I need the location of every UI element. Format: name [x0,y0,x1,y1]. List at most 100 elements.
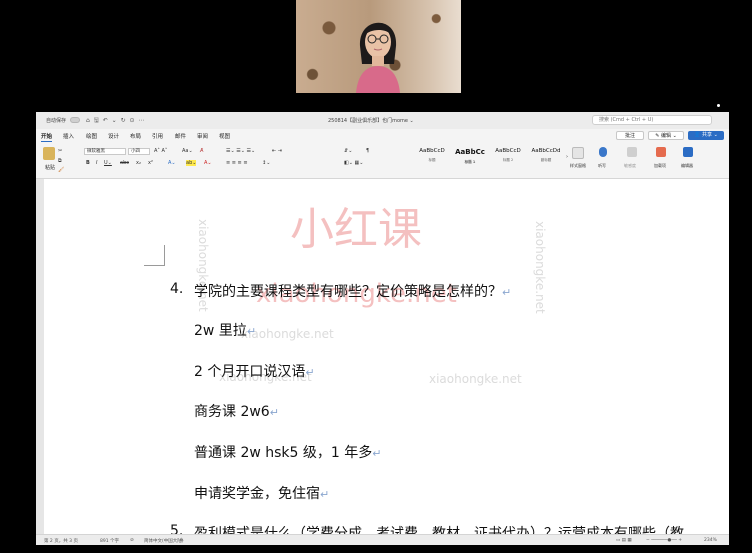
font-size-select[interactable]: 小四 [128,148,150,155]
subscript-icon[interactable]: x₂ [136,160,141,166]
bullets-icon[interactable]: ☰⌄ ☰⌄ ☰⌄ [226,148,255,154]
edit-button-label: 编辑 [660,133,671,139]
word-count[interactable]: 891 个字 [100,538,119,544]
answer-text: 2w 里拉 [194,323,247,339]
proofing-icon[interactable]: ⊘ [130,538,134,543]
zoom-level[interactable]: 234% [704,538,717,543]
paragraph-mark: ↵ [269,406,279,419]
bold-icon[interactable]: B [86,160,90,166]
comment-button-label: 批注 [624,133,635,139]
text-effects-icon[interactable]: A⌄ [168,160,176,166]
style-caption: 标题 [428,158,436,162]
font-name-select[interactable]: 微软雅黑 [84,148,126,155]
tab-home[interactable]: 开始 [41,132,53,142]
cut-icon[interactable]: ✂ [58,148,62,154]
document-canvas[interactable]: 小红课 xiaohongke.net xiaohongke.net xiaoho… [36,179,729,542]
shading-icon[interactable]: ◧⌄ ▦⌄ [344,160,363,166]
strikethrough-icon[interactable]: abc [120,160,129,166]
answer-text: 2 个月开口说汉语 [194,364,306,380]
tab-draw[interactable]: 绘图 [86,132,97,140]
paragraph-mark: ↵ [305,366,315,379]
sort-icon[interactable]: ⇵⌄ [344,148,352,154]
show-marks-icon[interactable]: ¶ [366,148,369,154]
watermark-domain: xiaohongke.net [429,372,522,386]
copy-icon[interactable]: ⧉ [58,158,62,164]
line-spacing-icon[interactable]: ↕⌄ [262,160,270,166]
page-count[interactable]: 第 2 页，共 3 页 [44,538,78,544]
style-caption: 标题 1 [464,160,476,164]
question-text: 学院的主要课程类型有哪些？定价策略是怎样的？ [194,284,502,300]
paste-icon[interactable] [43,147,55,160]
share-button[interactable]: 👤 共享 ⌄ [688,131,724,140]
question-heading[interactable]: 学院的主要课程类型有哪些？定价策略是怎样的？↵ [194,281,511,301]
paragraph-mark: ↵ [372,447,382,460]
share-button-label: 共享 [702,132,713,138]
answer-line[interactable]: 申请奖学金，免住宿↵ [194,483,329,503]
tab-layout[interactable]: 布局 [130,132,141,140]
sensitivity-icon[interactable] [627,147,637,157]
tab-review[interactable]: 审阅 [197,132,208,140]
paste-label: 粘贴 [45,165,56,171]
highlight-icon[interactable]: ab⌄ [186,160,197,166]
watermark-brand: 小红课 [290,204,422,255]
autosave-toggle[interactable] [70,117,80,123]
autosave-label: 自动保存 [46,118,67,124]
font-color-icon[interactable]: A⌄ [204,160,212,166]
answer-line[interactable]: 2w 里拉↵ [194,320,256,340]
answer-text: 商务课 2w6 [194,404,270,420]
tab-view[interactable]: 视图 [219,132,230,140]
answer-line[interactable]: 商务课 2w6↵ [194,401,279,421]
styles-expand-icon[interactable]: › [566,154,568,160]
format-painter-icon[interactable]: 🖌 [58,167,64,173]
editor-icon[interactable] [683,147,693,157]
style-heading-1[interactable]: AaBbCc 标题 1 [452,148,488,170]
paragraph-mark: ↵ [502,286,512,299]
paragraph-mark: ↵ [246,325,257,338]
watermark-domain-vertical: xiaohongke.net [533,221,547,314]
view-mode-icons[interactable]: ▭ ▤ ▦ [616,538,632,543]
zoom-slider[interactable]: − ──────●── + [646,538,682,543]
paragraph-mark: ↵ [320,488,330,501]
style-heading-2[interactable]: AaBbCcD 标题 2 [490,148,526,170]
answer-text: 申请奖学金，免住宿 [194,486,320,502]
answer-text: 普通课 2w hsk5 级，1 年多 [194,445,373,461]
word-window: 自动保存 ⌂ 🖫 ↶ ⌄ ↻ ⊙ ⋯ 250814【副业俱乐部】也门mome ⌄… [36,112,729,545]
list-number: 4. [170,281,184,297]
indent-icons[interactable]: ⇤ ⇥ [272,148,282,154]
answer-line[interactable]: 普通课 2w hsk5 级，1 年多↵ [194,442,381,462]
style-sample: AaBbCcD [495,148,521,154]
tab-design[interactable]: 设计 [108,132,119,140]
styles-pane-label: 样式窗格 [570,163,586,168]
tab-mailings[interactable]: 邮件 [175,132,186,140]
styles-pane-icon[interactable] [572,147,584,159]
document-title[interactable]: 250814【副业俱乐部】也门mome ⌄ [328,117,414,124]
status-bar: 第 2 页，共 3 页 891 个字 ⊘ 简体中文(中国大陆) ♿ ▭ ▤ ▦ … [36,534,729,545]
clear-format-icon[interactable]: A̸ [200,148,203,154]
edit-mode-button[interactable]: ✎ 编辑 ⌄ [648,131,684,140]
page-margin-shadow [36,179,44,534]
editor-label: 编辑器 [681,163,693,168]
quick-access-icons[interactable]: ⌂ 🖫 ↶ ⌄ ↻ ⊙ ⋯ [86,116,145,126]
dictate-label: 听写 [598,163,606,168]
align-icons[interactable]: ≡ ≡ ≡ ≡ [226,160,248,166]
answer-line[interactable]: 2 个月开口说汉语↵ [194,361,315,381]
addins-label: 加载项 [654,163,666,168]
microphone-icon[interactable] [599,147,607,157]
style-subtitle[interactable]: AaBbCcDd 副标题 [528,148,564,170]
comment-button[interactable]: 批注 [616,131,644,140]
title-bar: 自动保存 ⌂ 🖫 ↶ ⌄ ↻ ⊙ ⋯ 250814【副业俱乐部】也门mome ⌄… [36,112,729,130]
tab-references[interactable]: 引用 [152,132,163,140]
font-grow-icon[interactable]: A˄ A˅ [154,148,167,154]
accessibility-icon[interactable]: ♿ [180,538,184,543]
style-sample: AaBbCcDd [531,148,561,154]
style-title[interactable]: AaBbCcD 标题 [414,148,450,170]
addins-icon[interactable] [656,147,666,157]
superscript-icon[interactable]: x² [148,160,153,166]
style-caption: 标题 2 [502,158,514,162]
language-status[interactable]: 简体中文(中国大陆) [144,538,184,544]
tab-insert[interactable]: 插入 [63,132,74,140]
search-input[interactable]: 搜索 (Cmd + Ctrl + U) [592,115,712,125]
italic-icon[interactable]: I [96,160,97,166]
underline-icon[interactable]: U⌄ [104,160,112,166]
change-case-icon[interactable]: Aa⌄ [182,148,193,154]
